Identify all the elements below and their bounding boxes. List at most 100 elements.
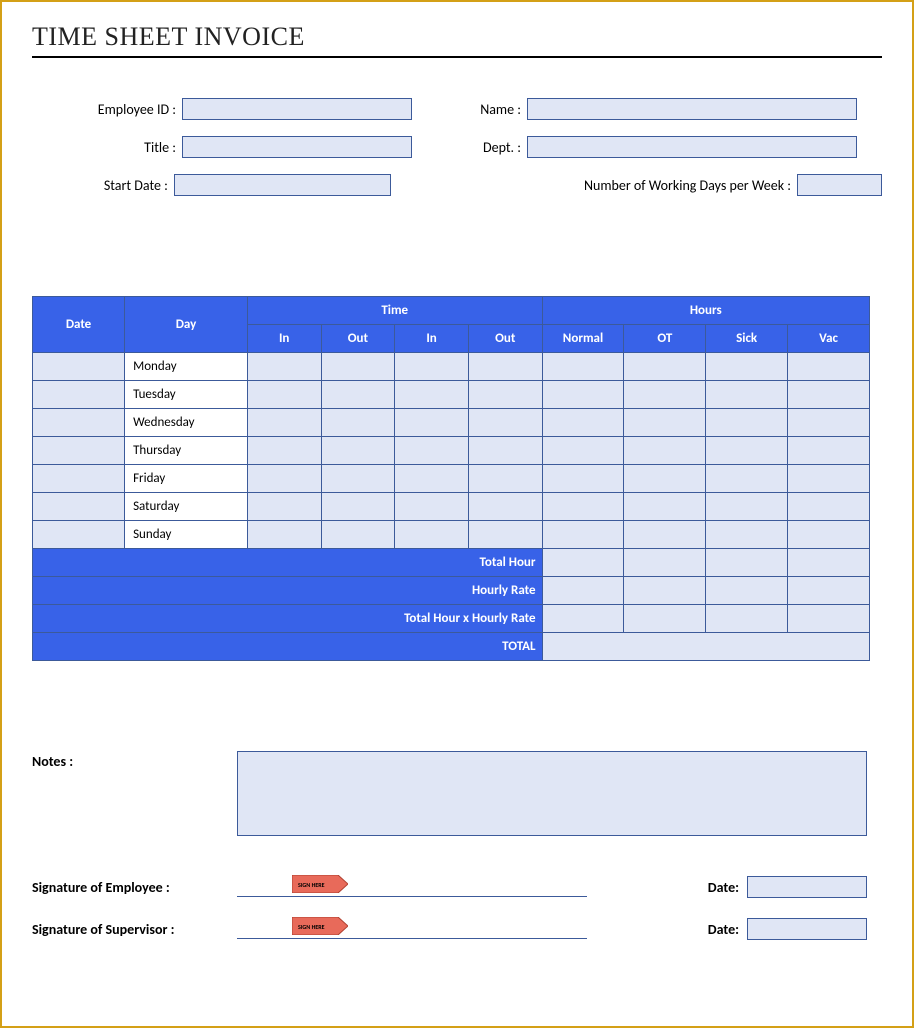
hours-cell[interactable] [706,521,788,549]
hours-cell[interactable] [542,409,624,437]
time-cell[interactable] [247,437,321,465]
date-cell[interactable] [33,465,125,493]
hours-cell[interactable] [542,353,624,381]
total-hour-label: Total Hour [33,549,543,577]
time-cell[interactable] [395,409,469,437]
time-cell[interactable] [321,493,395,521]
hours-cell[interactable] [788,521,870,549]
txr-vac[interactable] [788,605,870,633]
sig-row-supervisor: Signature of Supervisor : SIGN HERE Date… [32,918,882,940]
hours-cell[interactable] [788,381,870,409]
time-cell[interactable] [321,381,395,409]
time-cell[interactable] [468,521,542,549]
hours-cell[interactable] [624,409,706,437]
hours-cell[interactable] [706,493,788,521]
hours-cell[interactable] [624,353,706,381]
txr-normal[interactable] [542,605,624,633]
hourly-rate-sick[interactable] [706,577,788,605]
hours-cell[interactable] [706,409,788,437]
hours-cell[interactable] [624,381,706,409]
notes-input[interactable] [237,751,867,836]
total-hour-normal[interactable] [542,549,624,577]
hours-cell[interactable] [542,465,624,493]
time-cell[interactable] [247,521,321,549]
hours-cell[interactable] [788,493,870,521]
name-input[interactable] [527,98,857,120]
hours-cell[interactable] [542,381,624,409]
date-cell[interactable] [33,353,125,381]
row-total: TOTAL [33,633,870,661]
time-cell[interactable] [247,465,321,493]
txr-sick[interactable] [706,605,788,633]
hours-cell[interactable] [624,493,706,521]
time-cell[interactable] [395,381,469,409]
hourly-rate-ot[interactable] [624,577,706,605]
hours-cell[interactable] [788,353,870,381]
total-hour-ot[interactable] [624,549,706,577]
hours-cell[interactable] [542,493,624,521]
time-cell[interactable] [247,493,321,521]
hours-cell[interactable] [542,437,624,465]
sig-employee-line[interactable]: SIGN HERE [237,877,587,897]
working-days-input[interactable] [797,174,882,196]
start-date-label: Start Date : [32,177,174,194]
time-cell[interactable] [468,493,542,521]
sig-emp-date-input[interactable] [747,876,867,898]
hours-cell[interactable] [542,521,624,549]
start-date-input[interactable] [174,174,391,196]
title-input[interactable] [182,136,412,158]
time-cell[interactable] [468,409,542,437]
time-cell[interactable] [247,353,321,381]
time-cell[interactable] [321,465,395,493]
sig-supervisor-line[interactable]: SIGN HERE [237,919,587,939]
row-employee-id: Employee ID : [32,98,432,120]
employee-form: Employee ID : Name : Title : Dept. : Sta… [32,98,882,206]
hours-cell[interactable] [706,353,788,381]
time-cell[interactable] [321,521,395,549]
time-cell[interactable] [321,437,395,465]
hours-cell[interactable] [624,465,706,493]
time-cell[interactable] [468,381,542,409]
hours-cell[interactable] [624,437,706,465]
hours-cell[interactable] [788,409,870,437]
time-cell[interactable] [395,521,469,549]
date-cell[interactable] [33,409,125,437]
time-cell[interactable] [395,353,469,381]
time-cell[interactable] [395,437,469,465]
employee-id-input[interactable] [182,98,412,120]
hours-cell[interactable] [706,437,788,465]
hours-cell[interactable] [706,381,788,409]
hours-cell[interactable] [788,437,870,465]
sig-sup-date-input[interactable] [747,918,867,940]
sig-supervisor-label: Signature of Supervisor : [32,921,237,938]
th-date: Date [33,297,125,353]
time-cell[interactable] [395,465,469,493]
grand-total[interactable] [542,633,869,661]
th-vac: Vac [788,325,870,353]
time-cell[interactable] [247,381,321,409]
time-cell[interactable] [468,437,542,465]
time-cell[interactable] [468,465,542,493]
time-cell[interactable] [395,493,469,521]
dept-input[interactable] [527,136,857,158]
txr-ot[interactable] [624,605,706,633]
date-cell[interactable] [33,493,125,521]
time-cell[interactable] [321,353,395,381]
date-cell[interactable] [33,437,125,465]
date-cell[interactable] [33,381,125,409]
time-cell[interactable] [321,409,395,437]
date-cell[interactable] [33,521,125,549]
time-cell[interactable] [468,353,542,381]
title-bar: TIME SHEET INVOICE [32,22,882,58]
working-days-label: Number of Working Days per Week : [391,177,797,194]
total-hour-sick[interactable] [706,549,788,577]
page-container: TIME SHEET INVOICE Employee ID : Name : … [0,0,914,1028]
hours-cell[interactable] [706,465,788,493]
hourly-rate-label: Hourly Rate [33,577,543,605]
hours-cell[interactable] [788,465,870,493]
hourly-rate-normal[interactable] [542,577,624,605]
total-hour-vac[interactable] [788,549,870,577]
time-cell[interactable] [247,409,321,437]
hours-cell[interactable] [624,521,706,549]
hourly-rate-vac[interactable] [788,577,870,605]
